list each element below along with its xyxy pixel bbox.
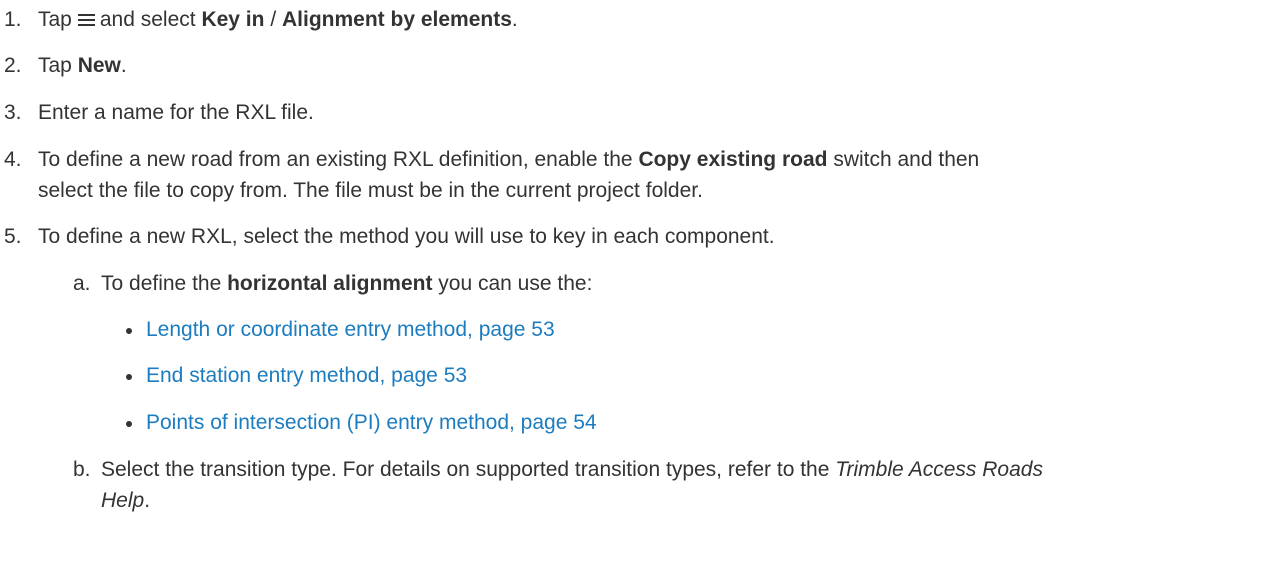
link-length-or-coordinate-entry[interactable]: Length or coordinate entry method, page … xyxy=(146,316,555,344)
menu-item-alignment-by-elements: Alignment by elements xyxy=(282,8,512,31)
help-reference: Trimble Access Roads xyxy=(835,458,1043,481)
step-text: Enter a name for the RXL file. xyxy=(38,101,314,124)
link-points-of-intersection-entry[interactable]: Points of intersection (PI) entry method… xyxy=(146,409,597,437)
menu-icon xyxy=(77,13,95,27)
bullet-icon xyxy=(126,328,132,334)
step-number: 3. xyxy=(4,101,22,124)
copy-existing-road-label: Copy existing road xyxy=(638,148,828,171)
step-number: 1. xyxy=(4,8,22,31)
step-text: select the file to copy from. The file m… xyxy=(38,179,703,202)
step-text: Tap and select Key in / Alignment by elem… xyxy=(38,8,518,31)
step-number: 4. xyxy=(4,148,22,171)
step-text: To define a new road from an existing RX… xyxy=(38,148,980,171)
substep-text: To define the horizontal alignment you c… xyxy=(101,272,593,295)
step-text: To define a new RXL, select the method y… xyxy=(38,225,775,248)
step-number: 2. xyxy=(4,54,22,77)
menu-item-key-in: Key in xyxy=(201,8,265,31)
bullet-icon xyxy=(126,421,132,427)
substep-text: Help. xyxy=(101,489,151,512)
step-number: 5. xyxy=(4,225,22,248)
substep-letter: b. xyxy=(73,458,91,481)
new-button-label: New xyxy=(77,54,121,77)
substep-text: Select the transition type. For details … xyxy=(101,458,1043,481)
substep-letter: a. xyxy=(73,272,91,295)
document-page: 1. Tap and select Key in / Alignment by e… xyxy=(0,0,1263,566)
horizontal-alignment-label: horizontal alignment xyxy=(227,272,433,295)
step-text: Tap New. xyxy=(38,54,127,77)
bullet-icon xyxy=(126,374,132,380)
link-end-station-entry[interactable]: End station entry method, page 53 xyxy=(146,362,467,390)
